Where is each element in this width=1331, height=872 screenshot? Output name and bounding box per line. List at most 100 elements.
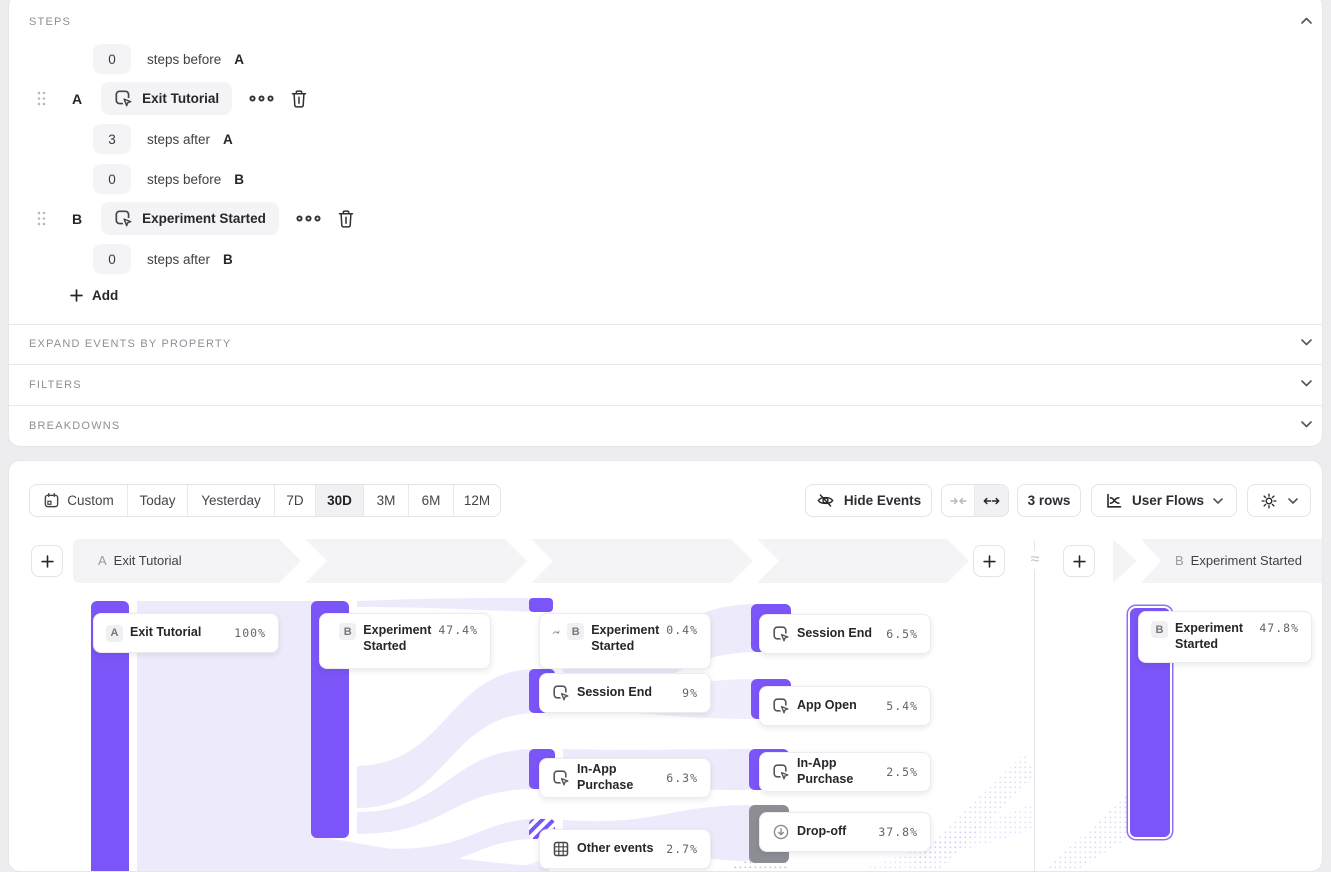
chevron-down-icon [1213, 498, 1223, 504]
flow-node-b-experiment-started[interactable]: B Experiment Started 47.8% [1138, 611, 1312, 663]
band-b-name: Experiment Started [1191, 553, 1302, 568]
node-name: App Open [797, 698, 857, 714]
settings-dropdown-button[interactable] [1247, 484, 1311, 517]
view-selector-button[interactable]: User Flows [1091, 484, 1237, 517]
more-options-icon [296, 215, 321, 222]
node-percent: 9% [682, 686, 698, 700]
steps-after-b-count[interactable]: 0 [93, 244, 131, 274]
hide-events-button[interactable]: Hide Events [805, 484, 932, 517]
date-range-yesterday[interactable]: Yesterday [188, 485, 275, 516]
date-range-custom-label: Custom [67, 493, 114, 508]
calendar-icon [43, 492, 60, 509]
flow-node-in-app-purchase-25[interactable]: In-App Purchase 2.5% [759, 752, 931, 792]
flow-node-session-end-65[interactable]: Session End 6.5% [759, 614, 931, 654]
flow-node-experiment-started-474[interactable]: B Experiment Started 47.4% [319, 613, 491, 669]
step-b-row: B Experiment Started [37, 202, 355, 235]
steps-before-b-ref: B [234, 172, 244, 187]
event-cursor-icon [772, 697, 790, 715]
drag-handle-icon[interactable] [37, 91, 46, 106]
band-a-letter: A [98, 553, 107, 568]
date-range-control: Custom Today Yesterday 7D 30D 3M 6M 12M [29, 484, 501, 517]
event-cursor-icon [114, 209, 133, 228]
flow-node-other-events[interactable]: Other events 2.7% [539, 829, 711, 869]
node-name: Session End [577, 685, 652, 701]
add-column-before-b-button[interactable] [1063, 545, 1095, 577]
add-column-after-a-button[interactable] [973, 545, 1005, 577]
view-selector-label: User Flows [1132, 493, 1204, 508]
compress-columns-button[interactable] [942, 485, 975, 516]
steps-before-a-count[interactable]: 0 [93, 44, 131, 74]
node-percent: 2.7% [666, 842, 698, 856]
more-options-icon [249, 95, 274, 102]
flow-node-a-exit-tutorial[interactable]: A Exit Tutorial 100% [93, 613, 279, 653]
section-expand-events-toggle[interactable] [1301, 339, 1312, 346]
flow-node-session-end-9[interactable]: Session End 9% [539, 673, 711, 713]
step-b-delete-button[interactable] [337, 209, 355, 229]
node-name: Exit Tutorial [130, 625, 201, 641]
date-range-today[interactable]: Today [128, 485, 188, 516]
date-range-12m[interactable]: 12M [454, 485, 500, 516]
plus-icon [1073, 555, 1086, 568]
flow-band-segment [757, 539, 969, 583]
steps-after-b-ref: B [223, 252, 233, 267]
event-cursor-icon [114, 89, 133, 108]
rows-count-button[interactable]: 3 rows [1017, 484, 1081, 517]
arrows-outward-icon [983, 496, 1000, 506]
grid-icon [552, 840, 570, 858]
plus-icon [41, 555, 54, 568]
section-filters-toggle[interactable] [1301, 380, 1312, 387]
node-percent: 0.4% [666, 623, 698, 637]
add-column-before-a-button[interactable] [31, 545, 63, 577]
date-range-30d[interactable]: 30D [316, 485, 364, 516]
steps-before-b-label: steps before [147, 172, 221, 187]
chevron-down-icon [1301, 339, 1312, 346]
query-builder-card: STEPS 0 steps before A A Exit Tutorial [8, 0, 1323, 447]
step-b-event-button[interactable]: Experiment Started [101, 202, 279, 235]
date-range-7d[interactable]: 7D [275, 485, 316, 516]
node-name: Session End [797, 626, 872, 642]
step-a-more-button[interactable] [249, 95, 274, 102]
section-breakdowns-toggle[interactable] [1301, 421, 1312, 428]
steps-before-a-ref: A [234, 52, 244, 67]
flow-node-app-open[interactable]: App Open 5.4% [759, 686, 931, 726]
band-a-name: Exit Tutorial [114, 553, 182, 568]
steps-before-b-count[interactable]: 0 [93, 164, 131, 194]
step-a-delete-button[interactable] [290, 89, 308, 109]
step-b-more-button[interactable] [296, 215, 321, 222]
step-a-event-button[interactable]: Exit Tutorial [101, 82, 232, 115]
step-a-event-name: Exit Tutorial [142, 91, 219, 106]
step-b-event-name: Experiment Started [142, 211, 266, 226]
flow-node-drop-off[interactable]: Drop-off 37.8% [759, 812, 931, 852]
chevron-up-icon [1301, 17, 1312, 24]
date-range-custom[interactable]: Custom [30, 485, 128, 516]
approx-gap-symbol: ≈ [1024, 551, 1046, 569]
section-breakdowns-label: BREAKDOWNS [29, 420, 120, 432]
flow-bar-experiment-started-04[interactable] [529, 598, 553, 612]
node-name: In-App Purchase [797, 756, 879, 787]
drag-handle-icon[interactable] [37, 211, 46, 226]
node-name: In-App Purchase [577, 762, 659, 793]
add-step-label: Add [92, 288, 118, 303]
arrows-inward-icon [950, 496, 967, 506]
add-step-button[interactable]: Add [70, 288, 118, 303]
date-range-6m[interactable]: 6M [409, 485, 454, 516]
steps-after-a-label: steps after [147, 132, 210, 147]
expand-columns-button[interactable] [975, 485, 1008, 516]
step-badge-b: B [567, 623, 584, 640]
flow-node-in-app-purchase-63[interactable]: In-App Purchase 6.3% [539, 758, 711, 798]
node-name: Other events [577, 841, 653, 857]
flow-node-experiment-started-04[interactable]: B Experiment Started 0.4% [539, 613, 711, 669]
date-range-3m[interactable]: 3M [364, 485, 409, 516]
steps-after-a-count[interactable]: 3 [93, 124, 131, 154]
gear-icon [1260, 492, 1278, 510]
event-cursor-icon [772, 625, 790, 643]
flow-band-step-a: A Exit Tutorial [73, 539, 301, 583]
event-cursor-icon [552, 769, 570, 787]
user-flows-chart-icon [1105, 492, 1123, 510]
steps-collapse-button[interactable] [1301, 17, 1312, 24]
step-b-letter: B [72, 211, 82, 227]
steps-before-a-row: 0 steps before A [93, 44, 244, 74]
plus-icon [70, 289, 83, 302]
steps-after-a-ref: A [223, 132, 233, 147]
spacing-toggle-control [941, 484, 1009, 517]
